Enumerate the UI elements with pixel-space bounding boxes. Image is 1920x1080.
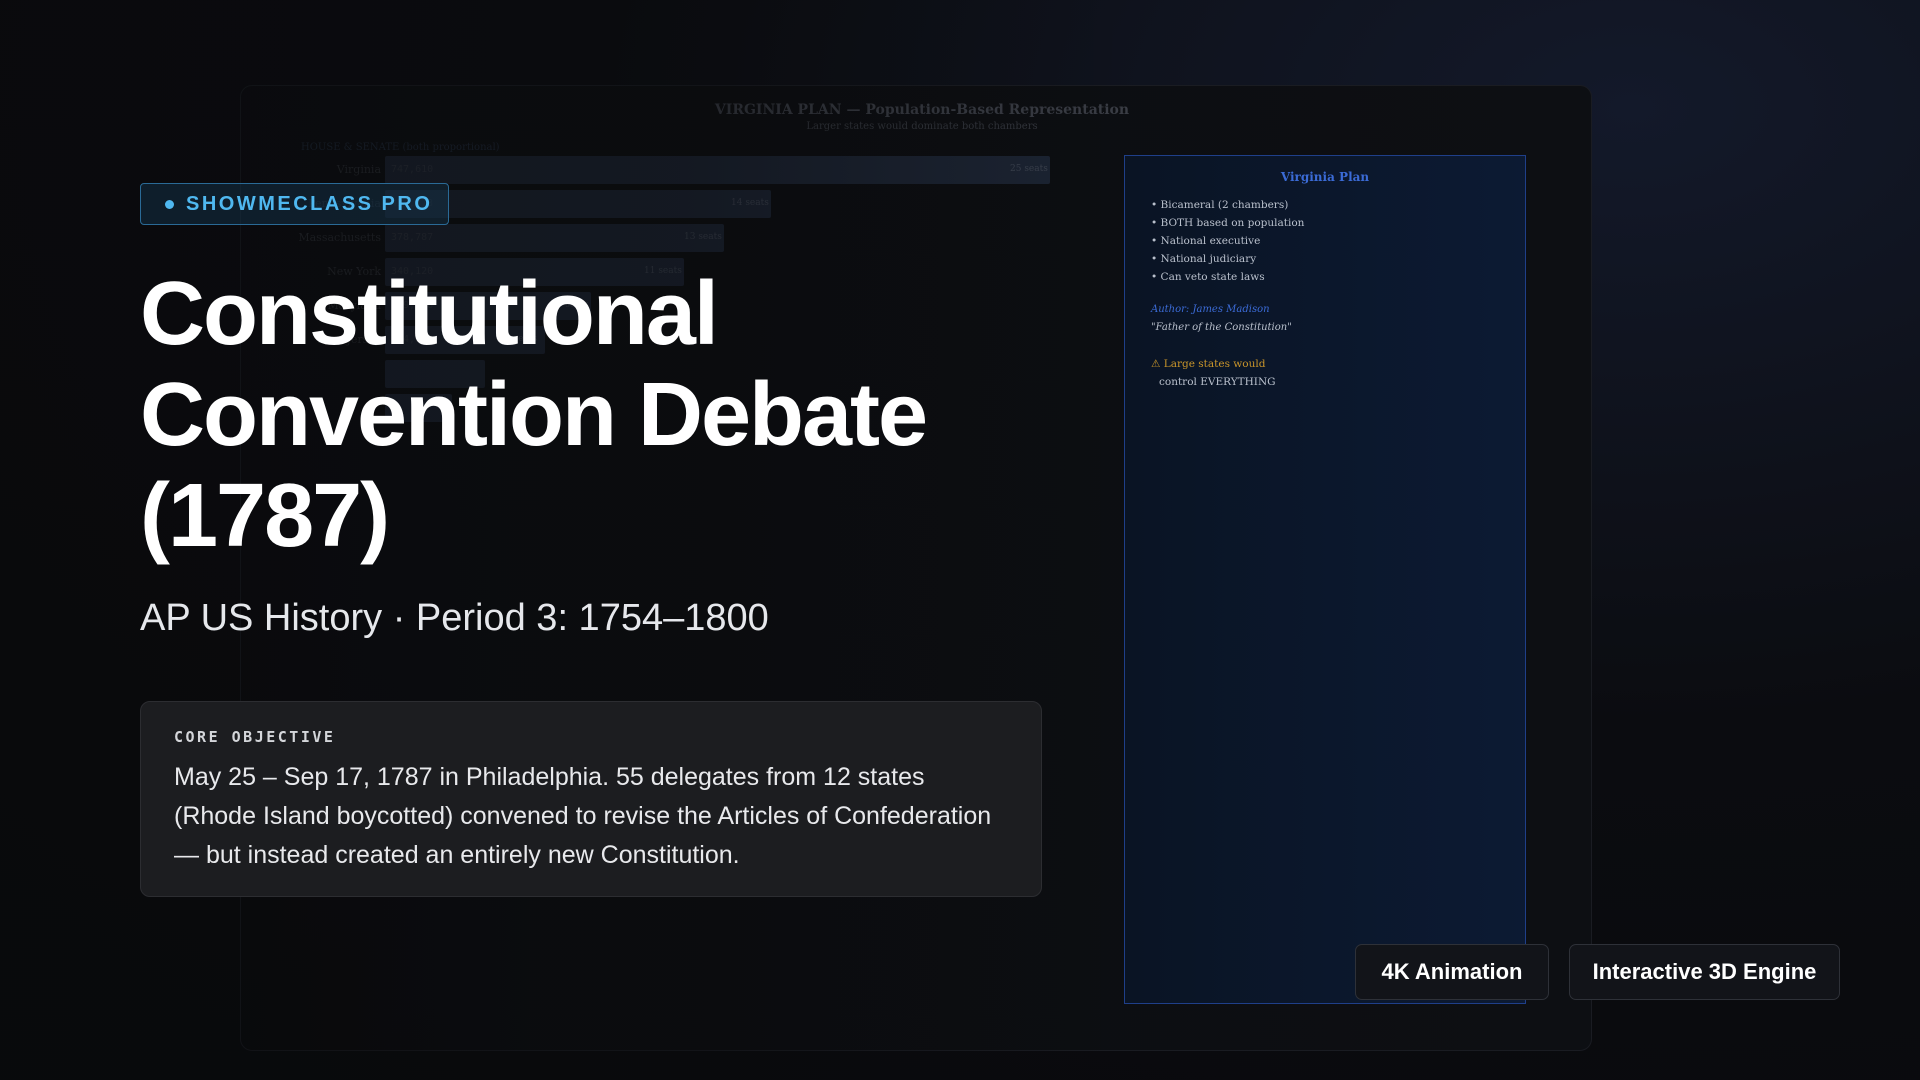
plan-item: • Bicameral (2 chambers) (1151, 199, 1289, 211)
course-subtitle: AP US History · Period 3: 1754–1800 (140, 597, 769, 639)
plan-warning: ⚠ Large states would (1151, 358, 1266, 370)
plan-author: Author: James Madison (1151, 304, 1270, 315)
plan-item: • BOTH based on population (1151, 217, 1305, 229)
visualization-title: VIRGINIA PLAN — Population-Based Represe… (714, 102, 1130, 118)
plan-title: Virginia Plan (1280, 170, 1370, 184)
bar-row: Virginia 747,610 25 seats (241, 156, 1061, 184)
plan-item: • National executive (1151, 235, 1261, 247)
virginia-plan-card: Virginia Plan • Bicameral (2 chambers) •… (1124, 155, 1526, 1004)
objective-text: May 25 – Sep 17, 1787 in Philadelphia. 5… (174, 763, 992, 869)
bar-state-label: Massachusetts (298, 231, 381, 244)
objective-label: CORE OBJECTIVE (174, 728, 336, 746)
feature-4k-animation-button[interactable]: 4K Animation (1355, 944, 1549, 1000)
plan-items: • Bicameral (2 chambers) • BOTH based on… (1151, 196, 1304, 286)
title-line: (1787) (140, 466, 390, 566)
bar-row: Massachusetts 378,787 13 seats (241, 224, 1061, 252)
core-objective-card: CORE OBJECTIVE May 25 – Sep 17, 1787 in … (140, 701, 1042, 897)
bar-fill (385, 156, 1050, 184)
feature-3d-engine-button[interactable]: Interactive 3D Engine (1569, 944, 1840, 1000)
visualization-subtitle: Larger states would dominate both chambe… (806, 121, 1038, 132)
bar-fill (385, 224, 724, 252)
title-line: Convention Debate (140, 365, 928, 465)
bar-population-label: 378,787 (391, 232, 434, 243)
bar-seats-label: 13 seats (684, 232, 722, 242)
badge-label: SHOWMECLASS PRO (186, 192, 433, 215)
plan-item: • National judiciary (1151, 253, 1257, 265)
title-line: Constitutional (140, 264, 719, 364)
bar-seats-label: 14 seats (731, 198, 769, 208)
brand-badge: SHOWMECLASS PRO (140, 183, 449, 225)
page-title: Constitutional Convention Debate (1787) (140, 264, 1040, 567)
bar-state-label: Virginia (336, 163, 381, 176)
bar-population-label: 747,610 (391, 164, 434, 175)
status-dot-icon (165, 199, 174, 209)
plan-item: • Can veto state laws (1151, 271, 1265, 283)
plan-warning-continued: control EVERYTHING (1159, 376, 1276, 388)
visualization-panel: VIRGINIA PLAN — Population-Based Represe… (240, 85, 1592, 1051)
visualization-caption: HOUSE & SENATE (both proportional) (301, 142, 500, 153)
bar-seats-label: 25 seats (1010, 164, 1048, 174)
plan-quote: "Father of the Constitution" (1151, 322, 1292, 333)
